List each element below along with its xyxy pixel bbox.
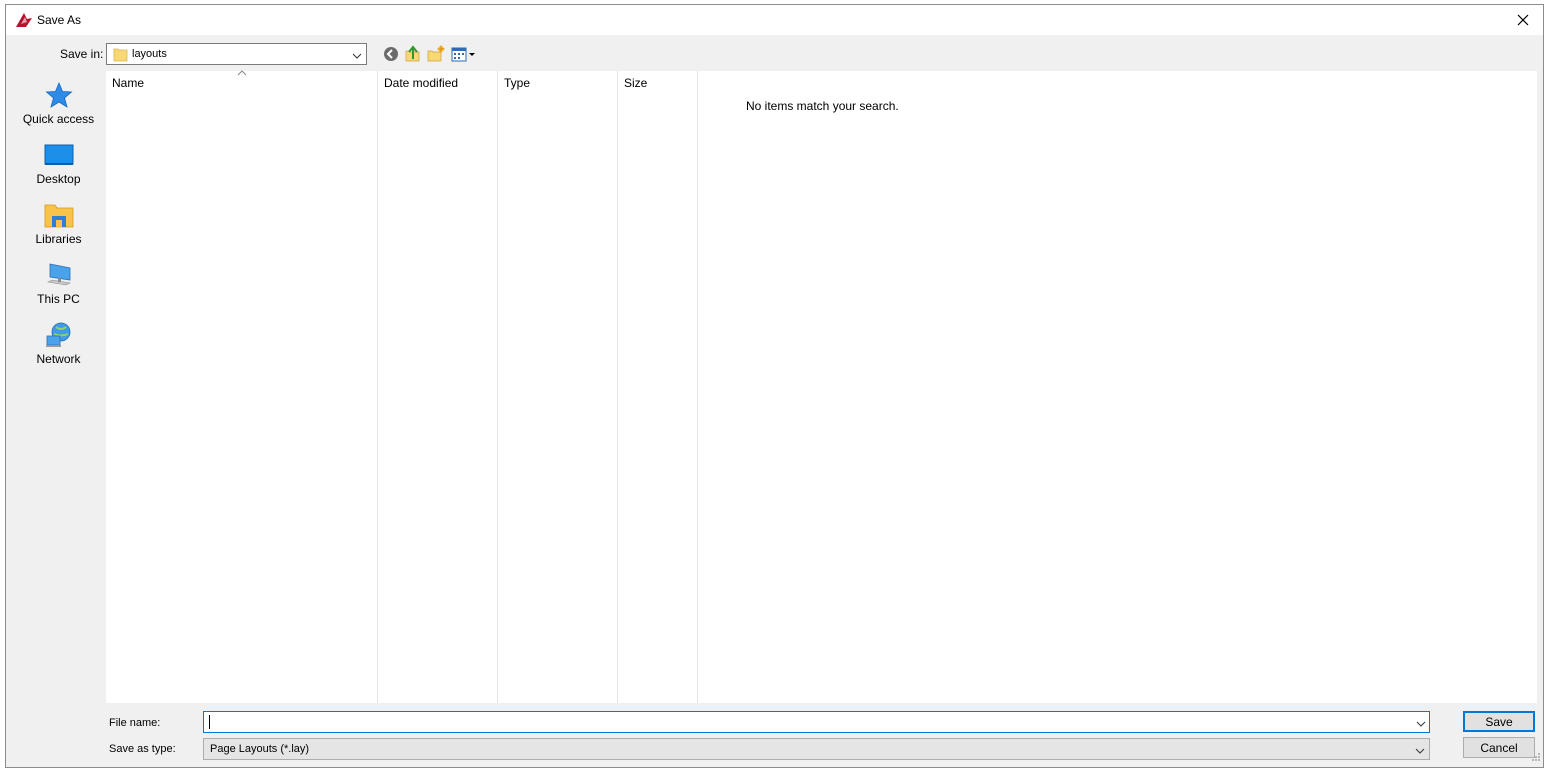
place-libraries[interactable]: Libraries	[12, 201, 105, 259]
column-divider[interactable]	[697, 71, 698, 703]
star-icon	[44, 81, 73, 108]
save-as-type-value: Page Layouts (*.lay)	[210, 743, 310, 755]
up-folder-icon	[405, 45, 420, 62]
save-in-value: layouts	[132, 48, 167, 60]
empty-list-message: No items match your search.	[746, 99, 899, 113]
places-bar: Quick access Desktop Libraries This PC N…	[12, 71, 105, 703]
place-label: Desktop	[36, 172, 81, 186]
close-icon	[1517, 14, 1529, 26]
column-header-label: Date modified	[384, 76, 459, 90]
view-menu-icon	[451, 47, 475, 62]
file-name-label: File name:	[109, 717, 161, 729]
column-header-label: Type	[504, 76, 531, 90]
file-name-input[interactable]	[203, 711, 1430, 733]
text-caret	[209, 715, 210, 729]
chevron-down-icon	[352, 49, 362, 63]
back-icon	[384, 47, 398, 61]
save-as-dialog: Save As Save in: layouts Quick access De…	[5, 4, 1544, 768]
place-desktop[interactable]: Desktop	[12, 141, 105, 199]
network-icon	[45, 322, 70, 347]
place-label: Quick access	[22, 112, 95, 126]
column-header-date-modified[interactable]: Date modified	[378, 71, 498, 96]
back-button[interactable]	[382, 45, 400, 63]
save-in-label: Save in:	[60, 47, 104, 61]
column-divider[interactable]	[497, 71, 498, 703]
libraries-icon	[44, 204, 73, 228]
place-label: Libraries	[35, 232, 82, 246]
column-header-size[interactable]: Size	[618, 71, 698, 96]
column-divider[interactable]	[377, 71, 378, 703]
title-bar[interactable]: Save As	[6, 5, 1543, 35]
view-menu-button[interactable]	[451, 45, 477, 63]
column-header-label: Name	[112, 76, 145, 90]
chevron-down-icon[interactable]	[1416, 717, 1426, 731]
desktop-icon	[44, 144, 73, 165]
save-button[interactable]: Save	[1463, 711, 1535, 732]
resize-grip-icon[interactable]	[1531, 751, 1541, 765]
place-network[interactable]: Network	[12, 321, 105, 379]
folder-icon	[113, 46, 128, 65]
save-as-type-dropdown[interactable]: Page Layouts (*.lay)	[203, 738, 1430, 760]
place-this-pc[interactable]: This PC	[12, 261, 105, 319]
file-list[interactable]: Name Date modified Type Size No items ma…	[106, 70, 1537, 703]
column-header-type[interactable]: Type	[498, 71, 618, 96]
column-header-name[interactable]: Name	[106, 70, 378, 96]
cancel-button[interactable]: Cancel	[1463, 737, 1535, 758]
window-title: Save As	[37, 13, 82, 27]
up-one-level-button[interactable]	[404, 45, 422, 63]
column-header-label: Size	[624, 76, 648, 90]
place-label: Network	[36, 352, 81, 366]
place-label: This PC	[37, 292, 80, 306]
sort-ascending-icon	[237, 70, 247, 76]
new-folder-button[interactable]	[427, 45, 445, 63]
close-button[interactable]	[1503, 5, 1543, 35]
chevron-down-icon	[1415, 744, 1425, 758]
place-quick-access[interactable]: Quick access	[12, 81, 105, 139]
new-folder-icon	[427, 45, 445, 62]
computer-icon	[46, 263, 71, 286]
save-in-dropdown[interactable]: layouts	[106, 43, 367, 65]
save-as-type-label: Save as type:	[109, 743, 176, 755]
column-divider[interactable]	[617, 71, 618, 703]
app-logo-icon	[15, 12, 33, 28]
